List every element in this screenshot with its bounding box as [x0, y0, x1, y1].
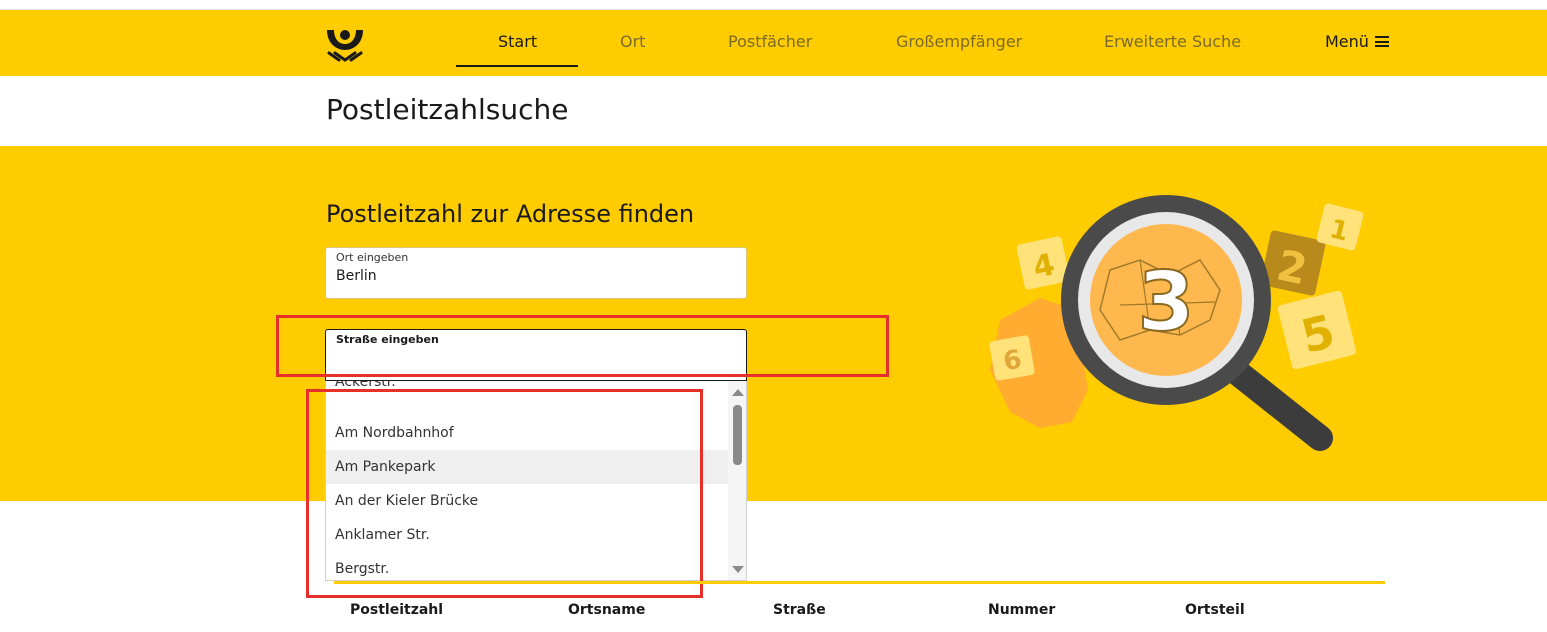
- nav-grossempfaenger[interactable]: Großempfänger: [896, 32, 1022, 51]
- results-column-header: Nummer: [988, 602, 1056, 618]
- page: Start Ort Postfächer Großempfänger Erwei…: [0, 0, 1547, 632]
- results-column-header: Postleitzahl: [350, 602, 444, 618]
- annotation-box-street-field: [276, 315, 889, 377]
- hero-title: Postleitzahl zur Adresse finden: [326, 200, 695, 228]
- suggestion-scrollbar[interactable]: [728, 381, 746, 580]
- scroll-down-arrow-icon[interactable]: [732, 566, 744, 573]
- nav-postfaecher[interactable]: Postfächer: [728, 32, 812, 51]
- city-field-label: Ort eingeben: [336, 251, 409, 264]
- results-column-header: Ortsteil: [1185, 602, 1245, 618]
- results-column-header: Ortsname: [568, 602, 646, 618]
- magnifier-postcode-illustration-icon: 4 6 2 1 5 3: [980, 190, 1380, 480]
- city-field-value[interactable]: Berlin: [336, 268, 377, 284]
- posthorn-logo-icon[interactable]: [323, 26, 367, 62]
- menu-button[interactable]: Menü: [1325, 32, 1389, 51]
- hamburger-icon: [1374, 36, 1389, 47]
- main-navigation: Start Ort Postfächer Großempfänger Erwei…: [0, 10, 1547, 76]
- browser-top-strip: [0, 0, 1547, 10]
- menu-label: Menü: [1325, 32, 1369, 51]
- nav-ort[interactable]: Ort: [620, 32, 645, 51]
- results-divider: [334, 581, 1385, 584]
- scroll-up-arrow-icon[interactable]: [732, 389, 744, 396]
- annotation-box-suggestions: [306, 389, 703, 598]
- nav-active-indicator: [456, 65, 578, 67]
- nav-erweiterte-suche[interactable]: Erweiterte Suche: [1104, 32, 1241, 51]
- city-field[interactable]: Ort eingeben Berlin: [325, 247, 747, 299]
- scrollbar-thumb[interactable]: [733, 405, 742, 465]
- nav-start[interactable]: Start: [498, 32, 537, 51]
- page-title: Postleitzahlsuche: [326, 93, 569, 126]
- illustration-number-3: 3: [1137, 255, 1194, 350]
- results-column-header: Straße: [773, 602, 826, 618]
